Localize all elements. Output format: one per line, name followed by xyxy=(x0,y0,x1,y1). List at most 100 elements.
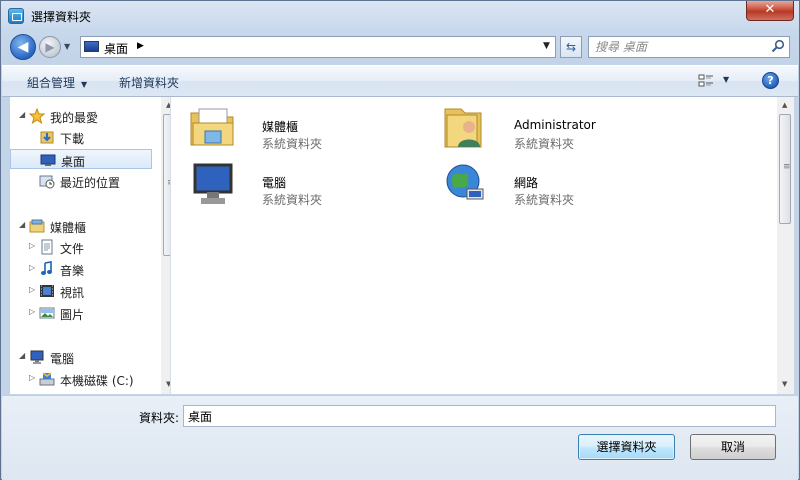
nav-item[interactable]: ◢ 媒體櫃 xyxy=(10,216,152,236)
nav-scroll-thumb[interactable]: ≡ xyxy=(163,114,170,256)
close-button[interactable]: ✕ xyxy=(746,1,794,21)
nav-item[interactable]: 下載 xyxy=(10,127,152,147)
refresh-button[interactable]: ⇆ xyxy=(560,36,582,58)
nav-item-label: 圖片 xyxy=(60,308,85,322)
change-view-icon[interactable] xyxy=(698,73,714,89)
address-bar[interactable]: 桌面 ▶ ▼ xyxy=(80,36,556,58)
folder-tile-name: 電腦 xyxy=(262,176,287,190)
address-row: ◀ ▶ ▼ 桌面 ▶ ▼ ⇆ xyxy=(1,32,799,64)
back-button[interactable]: ◀ xyxy=(10,34,36,60)
nav-item-label: 我的最愛 xyxy=(50,111,99,125)
folder-tile[interactable]: 媒體櫃 系統資料夾 xyxy=(189,103,429,155)
computer-icon xyxy=(189,159,237,207)
back-arrow-icon: ◀ xyxy=(17,39,29,55)
expanded-arrow-icon[interactable]: ◢ xyxy=(19,351,25,360)
search-box[interactable] xyxy=(588,36,790,58)
collapsed-arrow-icon[interactable]: ▷ xyxy=(29,307,35,316)
desktop-icon xyxy=(84,41,99,52)
new-folder-button[interactable]: 新增資料夾 xyxy=(119,74,179,91)
folder-tile-type: 系統資料夾 xyxy=(514,193,575,207)
folder-field-label: 資料夾: xyxy=(139,411,180,425)
nav-item[interactable]: ▷ 視訊 xyxy=(10,281,152,301)
nav-item-label: 最近的位置 xyxy=(60,176,121,190)
scroll-up-icon[interactable]: ▲ xyxy=(782,101,787,109)
star-icon xyxy=(28,107,46,125)
grip-icon: ≡ xyxy=(783,162,791,172)
folder-tile-type: 系統資料夾 xyxy=(262,193,323,207)
folder-name-input[interactable] xyxy=(183,405,776,427)
desktop-icon xyxy=(40,152,56,168)
user-folder-icon xyxy=(441,103,489,151)
nav-item-label: 電腦 xyxy=(50,352,75,366)
music-icon xyxy=(39,261,55,277)
select-folder-dialog: 選擇資料夾 ✕ ◀ ▶ ▼ 桌面 ▶ ▼ ⇆ 組合管理 ▼ xyxy=(0,0,800,480)
folder-tile-type: 系統資料夾 xyxy=(262,137,323,151)
collapsed-arrow-icon[interactable]: ▷ xyxy=(29,263,35,272)
folder-tile-name: Administrator xyxy=(514,118,596,132)
expanded-arrow-icon[interactable]: ◢ xyxy=(19,110,25,119)
folder-tile[interactable]: 網路 系統資料夾 xyxy=(441,159,681,211)
nav-item[interactable]: 最近的位置 xyxy=(10,171,152,191)
nav-pane-scrollbar[interactable]: ▲ ≡ ▼ xyxy=(161,97,170,394)
pictures-icon xyxy=(39,305,55,321)
folder-tile[interactable]: 電腦 系統資料夾 xyxy=(189,159,429,211)
folder-content-pane: 媒體櫃 系統資料夾 Administrator 系統資料夾 電腦 系統資料夾 網路 系統資料夾 xyxy=(171,97,778,394)
downloads-icon xyxy=(39,129,55,145)
breadcrumb-arrow-icon[interactable]: ▶ xyxy=(137,41,144,51)
libraries-icon xyxy=(29,218,45,234)
nav-item[interactable]: ▷ 圖片 xyxy=(10,303,152,323)
libraries-folder-icon xyxy=(189,103,237,151)
documents-icon xyxy=(39,239,55,255)
nav-item[interactable]: ▷ 本機磁碟 (C:) xyxy=(10,369,152,389)
app-icon xyxy=(8,8,24,24)
search-input[interactable] xyxy=(595,39,765,55)
nav-item[interactable]: ◢ 電腦 xyxy=(10,347,152,367)
nav-item-label: 視訊 xyxy=(60,286,85,300)
collapsed-arrow-icon[interactable]: ▷ xyxy=(29,373,35,382)
help-icon: ? xyxy=(767,74,774,87)
forward-button[interactable]: ▶ xyxy=(39,36,61,58)
help-button[interactable]: ? xyxy=(762,72,779,89)
refresh-icon: ⇆ xyxy=(565,40,577,54)
select-folder-button[interactable]: 選擇資料夾 xyxy=(578,434,675,460)
nav-item-label: 音樂 xyxy=(60,264,85,278)
recent-pages-dropdown-icon[interactable]: ▼ xyxy=(64,42,70,51)
scroll-down-icon[interactable]: ▼ xyxy=(782,380,787,388)
video-icon xyxy=(39,283,55,299)
view-options-dropdown-icon[interactable]: ▼ xyxy=(723,75,729,84)
local-disk-icon xyxy=(39,371,55,387)
collapsed-arrow-icon[interactable]: ▷ xyxy=(29,285,35,294)
nav-item-label: 下載 xyxy=(60,132,85,146)
nav-item-label: 媒體櫃 xyxy=(50,221,87,235)
collapsed-arrow-icon[interactable]: ▷ xyxy=(29,241,35,250)
chevron-down-icon: ▼ xyxy=(81,80,88,89)
command-toolbar: 組合管理 ▼ 新增資料夾 ▼ ? xyxy=(2,65,798,97)
network-globe-icon xyxy=(441,159,489,207)
cancel-button[interactable]: 取消 xyxy=(690,434,776,460)
content-scrollbar[interactable]: ▲ ≡ ▼ xyxy=(777,97,794,394)
forward-arrow-icon: ▶ xyxy=(45,40,55,54)
folder-tile-name: 網路 xyxy=(514,176,539,190)
nav-item[interactable]: ◢ 我的最愛 xyxy=(10,106,152,126)
nav-item[interactable]: ▷ 音樂 xyxy=(10,259,152,279)
organize-label: 組合管理 xyxy=(27,76,76,90)
nav-item-label: 本機磁碟 (C:) xyxy=(60,374,134,388)
folder-tile-type: 系統資料夾 xyxy=(514,137,575,151)
window-title: 選擇資料夾 xyxy=(31,10,92,24)
dialog-footer: 資料夾: 選擇資料夾 取消 xyxy=(2,395,798,480)
navigation-pane: ◢ 我的最愛下載桌面最近的位置 ◢ 媒體櫃 ▷ 文件 ▷ 音樂 ▷ 視訊 ▷ 圖片 ◢ 電腦 ▷ 本機磁碟 (… xyxy=(10,97,171,394)
folder-tile[interactable]: Administrator 系統資料夾 xyxy=(441,103,681,155)
nav-item[interactable]: ▷ 文件 xyxy=(10,237,152,257)
address-history-dropdown-icon[interactable]: ▼ xyxy=(543,41,550,51)
nav-item-label: 文件 xyxy=(60,242,85,256)
computer-icon xyxy=(29,349,45,365)
search-icon[interactable] xyxy=(771,39,785,53)
organize-menu-button[interactable]: 組合管理 ▼ xyxy=(27,74,87,91)
recent-places-icon xyxy=(39,173,55,189)
nav-item[interactable]: 桌面 xyxy=(10,149,152,169)
address-location[interactable]: 桌面 xyxy=(104,40,128,57)
expanded-arrow-icon[interactable]: ◢ xyxy=(19,220,25,229)
content-scroll-thumb[interactable]: ≡ xyxy=(779,114,791,224)
folder-tile-name: 媒體櫃 xyxy=(262,120,299,134)
nav-item-label: 桌面 xyxy=(61,155,86,169)
